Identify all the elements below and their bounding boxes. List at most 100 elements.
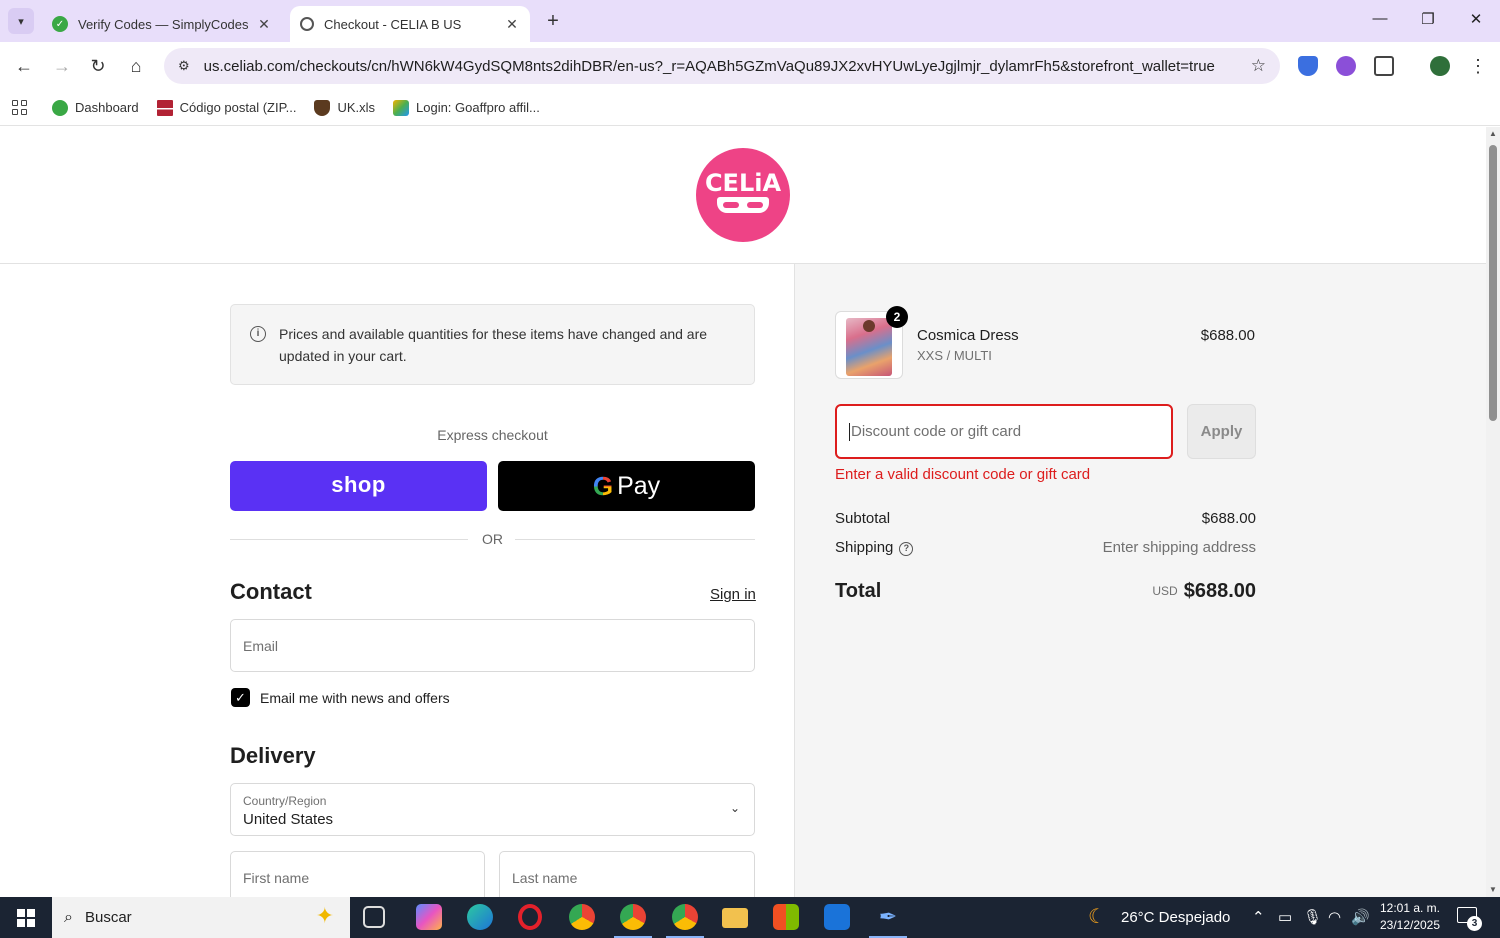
close-tab-icon[interactable]: ✕ bbox=[256, 16, 272, 33]
last-name-field[interactable]: Last name bbox=[499, 851, 755, 897]
notice-text: Prices and available quantities for thes… bbox=[279, 326, 708, 364]
chevron-down-icon: ⌄ bbox=[729, 801, 740, 815]
outlook-icon[interactable] bbox=[824, 904, 850, 930]
bookmark-star-icon[interactable]: ☆ bbox=[1251, 56, 1266, 76]
extensions-puzzle-icon[interactable] bbox=[1374, 56, 1394, 76]
url-text[interactable]: us.celiab.com/checkouts/cn/hWN6kW4GydSQM… bbox=[204, 58, 1234, 75]
home-icon[interactable]: ⌂ bbox=[124, 54, 148, 78]
subtotal-value: $688.00 bbox=[1201, 510, 1256, 527]
news-offers-checkbox[interactable]: ✓ bbox=[231, 688, 250, 707]
browser-toolbar: ← → ↻ ⌂ ⚙ us.celiab.com/checkouts/cn/hWN… bbox=[0, 42, 1500, 90]
logo-text: CELiA bbox=[704, 169, 782, 197]
product-name: Cosmica Dress bbox=[917, 327, 1019, 344]
discount-code-input[interactable]: Discount code or gift card bbox=[835, 404, 1173, 459]
clock-date: 23/12/2025 bbox=[1379, 918, 1441, 932]
bookmark-codigo-postal[interactable]: Código postal (ZIP... bbox=[156, 99, 297, 116]
windows-start-icon[interactable] bbox=[0, 897, 52, 938]
volume-icon[interactable]: 🔊 bbox=[1351, 897, 1370, 938]
site-settings-icon[interactable]: ⚙ bbox=[178, 58, 190, 74]
chrome-profile-2-icon[interactable] bbox=[666, 904, 704, 938]
first-name-field[interactable]: First name bbox=[230, 851, 485, 897]
notification-count-badge: 3 bbox=[1467, 916, 1482, 931]
email-field[interactable]: Email bbox=[230, 619, 755, 672]
microsoft-store-icon[interactable] bbox=[773, 904, 799, 930]
or-divider: OR bbox=[230, 531, 755, 547]
copilot-icon[interactable] bbox=[416, 904, 442, 930]
display-icon[interactable]: ▭ bbox=[1278, 897, 1292, 938]
product-variant: XXS / MULTI bbox=[917, 348, 992, 363]
new-tab-button[interactable]: + bbox=[542, 10, 564, 33]
search-icon: ⌕ bbox=[64, 908, 73, 926]
tab-search-menu-icon[interactable]: ▾ bbox=[8, 8, 34, 34]
news-offers-label[interactable]: Email me with news and offers bbox=[260, 690, 450, 706]
apply-discount-button[interactable]: Apply bbox=[1187, 404, 1256, 459]
opera-icon[interactable] bbox=[518, 904, 542, 930]
taskbar-search[interactable]: ⌕ Buscar ✦ bbox=[52, 897, 350, 938]
forward-icon[interactable]: → bbox=[50, 54, 74, 78]
or-label: OR bbox=[482, 531, 503, 547]
profile-avatar[interactable] bbox=[1430, 56, 1450, 76]
close-window-icon[interactable]: ✕ bbox=[1466, 10, 1486, 28]
google-pay-button[interactable]: G Pay bbox=[498, 461, 755, 511]
clock-time: 12:01 a. m. bbox=[1379, 901, 1441, 915]
checkout-page: CELiA i Prices and available quantities … bbox=[0, 127, 1486, 897]
google-g-icon: G bbox=[592, 470, 614, 501]
cart-changed-notice: i Prices and available quantities for th… bbox=[230, 304, 755, 385]
celia-logo[interactable]: CELiA bbox=[696, 148, 790, 242]
restore-icon[interactable]: ❐ bbox=[1418, 10, 1438, 28]
search-placeholder: Buscar bbox=[84, 909, 132, 926]
clock[interactable]: 12:01 a. m. 23/12/2025 bbox=[1372, 900, 1448, 934]
minimize-icon[interactable]: — bbox=[1370, 10, 1390, 27]
chevron-up-icon[interactable]: ⌃ bbox=[1252, 897, 1265, 938]
wifi-icon[interactable]: ◠ bbox=[1328, 897, 1341, 938]
task-view-icon[interactable] bbox=[363, 906, 385, 928]
back-icon[interactable]: ← bbox=[12, 54, 36, 78]
tab-checkout[interactable]: Checkout - CELIA B US ✕ bbox=[290, 6, 530, 42]
feather-app-icon[interactable]: ✒ bbox=[869, 904, 907, 938]
shipping-label: Shipping bbox=[835, 539, 894, 556]
scroll-thumb[interactable] bbox=[1489, 145, 1497, 421]
scroll-up-icon[interactable]: ▲ bbox=[1488, 129, 1498, 139]
mask-icon bbox=[717, 197, 769, 213]
express-checkout-label: Express checkout bbox=[437, 427, 548, 443]
last-name-placeholder: Last name bbox=[512, 870, 578, 886]
shipping-label-row: Shipping? bbox=[835, 539, 914, 556]
scroll-down-icon[interactable]: ▼ bbox=[1488, 885, 1498, 895]
apps-grid-icon[interactable] bbox=[12, 99, 28, 116]
taskbar: ⌕ Buscar ✦ ✒ ☾ 26°C Despejado ⌃ ▭ 🎙 ◠ 🔊 … bbox=[0, 897, 1500, 938]
extension-icon[interactable] bbox=[1336, 56, 1356, 76]
bookmark-uk-xls[interactable]: UK.xls bbox=[314, 99, 375, 116]
bookmark-dashboard[interactable]: Dashboard bbox=[52, 99, 139, 116]
shop-pay-button[interactable]: shop bbox=[230, 461, 487, 511]
total-value-group: USD $688.00 bbox=[1152, 580, 1256, 603]
close-tab-icon[interactable]: ✕ bbox=[504, 16, 520, 33]
chrome-icon[interactable] bbox=[569, 904, 595, 930]
shield-extension-icon[interactable] bbox=[1298, 56, 1318, 76]
goaffpro-favicon-icon bbox=[393, 99, 409, 116]
menu-dots-icon[interactable]: ⋮ bbox=[1466, 54, 1490, 78]
discount-placeholder: Discount code or gift card bbox=[851, 423, 1022, 440]
bookmark-label: Código postal (ZIP... bbox=[179, 100, 297, 115]
page-header: CELiA bbox=[0, 127, 1486, 264]
bookmark-goaffpro[interactable]: Login: Goaffpro affil... bbox=[393, 99, 540, 116]
bookmark-label: UK.xls bbox=[337, 100, 375, 115]
page-scrollbar[interactable]: ▲ ▼ bbox=[1486, 127, 1500, 897]
microphone-icon[interactable]: 🎙 bbox=[1303, 897, 1322, 938]
file-explorer-icon[interactable] bbox=[722, 908, 748, 928]
edge-icon[interactable] bbox=[467, 904, 493, 930]
discount-error-message: Enter a valid discount code or gift card bbox=[835, 466, 1091, 483]
help-icon[interactable]: ? bbox=[899, 542, 914, 556]
weather-text[interactable]: 26°C Despejado bbox=[1121, 897, 1230, 938]
quantity-badge: 2 bbox=[886, 306, 908, 328]
sign-in-link[interactable]: Sign in bbox=[710, 586, 756, 603]
total-currency: USD bbox=[1152, 584, 1178, 598]
chrome-profile-icon[interactable] bbox=[614, 904, 652, 938]
reload-icon[interactable]: ↻ bbox=[86, 54, 110, 78]
subtotal-label: Subtotal bbox=[835, 510, 891, 527]
bookmark-label: Login: Goaffpro affil... bbox=[416, 100, 540, 115]
tab-simplycodes[interactable]: ✓ Verify Codes — SimplyCodes ✕ bbox=[42, 6, 282, 42]
address-bar[interactable]: ⚙ us.celiab.com/checkouts/cn/hWN6kW4GydS… bbox=[164, 48, 1280, 84]
globe-favicon-icon bbox=[300, 17, 314, 31]
country-select[interactable]: Country/Region United States ⌄ bbox=[230, 783, 755, 836]
country-label: Country/Region bbox=[243, 794, 327, 808]
